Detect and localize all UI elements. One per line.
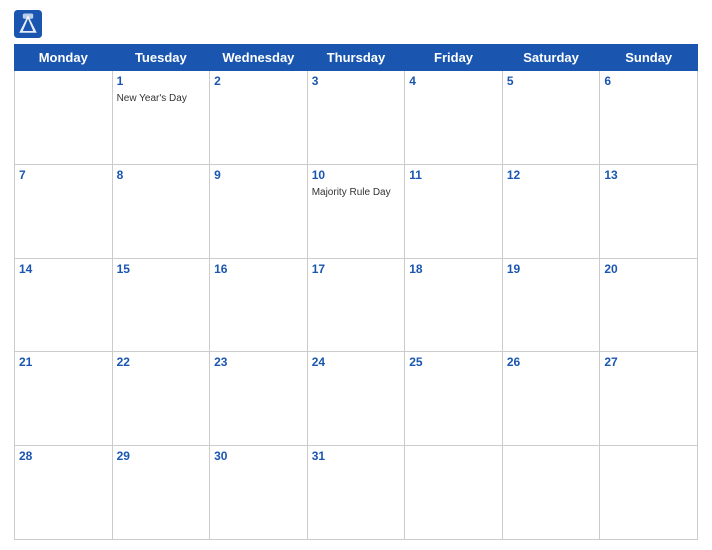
day-number: 8 <box>117 168 206 182</box>
calendar-cell: 10 Majority Rule Day <box>307 164 405 258</box>
calendar-cell: 9 <box>210 164 308 258</box>
calendar-cell: 24 <box>307 352 405 446</box>
day-number: 23 <box>214 355 303 369</box>
calendar-cell: 30 <box>210 446 308 540</box>
calendar-cell: 14 <box>15 258 113 352</box>
day-number: 2 <box>214 74 303 88</box>
calendar-cell: 4 <box>405 71 503 165</box>
calendar-cell: 18 <box>405 258 503 352</box>
day-number: 27 <box>604 355 693 369</box>
calendar-table: Monday Tuesday Wednesday Thursday Friday… <box>14 44 698 540</box>
header <box>14 10 698 38</box>
calendar-cell <box>405 446 503 540</box>
calendar-cell: 27 <box>600 352 698 446</box>
calendar-cell: 19 <box>502 258 600 352</box>
day-number: 3 <box>312 74 401 88</box>
calendar-cell: 2 <box>210 71 308 165</box>
day-number: 16 <box>214 262 303 276</box>
header-tuesday: Tuesday <box>112 45 210 71</box>
calendar-cell <box>600 446 698 540</box>
calendar-cell: 21 <box>15 352 113 446</box>
day-number: 22 <box>117 355 206 369</box>
day-number: 31 <box>312 449 401 463</box>
calendar-cell: 6 <box>600 71 698 165</box>
holiday-label: Majority Rule Day <box>312 187 391 198</box>
generalblue-logo-icon <box>14 10 42 38</box>
logo <box>14 10 46 38</box>
calendar-cell: 7 <box>15 164 113 258</box>
weekday-header-row: Monday Tuesday Wednesday Thursday Friday… <box>15 45 698 71</box>
calendar-cell: 15 <box>112 258 210 352</box>
day-number: 5 <box>507 74 596 88</box>
calendar-cell <box>15 71 113 165</box>
calendar-cell: 25 <box>405 352 503 446</box>
calendar-week-row: 28 29 30 31 <box>15 446 698 540</box>
day-number: 18 <box>409 262 498 276</box>
calendar-week-row: 789 10 Majority Rule Day 11 12 13 <box>15 164 698 258</box>
day-number: 12 <box>507 168 596 182</box>
day-number: 30 <box>214 449 303 463</box>
day-number: 26 <box>507 355 596 369</box>
calendar-cell: 29 <box>112 446 210 540</box>
calendar-cell: 17 <box>307 258 405 352</box>
day-number: 6 <box>604 74 693 88</box>
calendar-cell: 5 <box>502 71 600 165</box>
header-wednesday: Wednesday <box>210 45 308 71</box>
day-number: 25 <box>409 355 498 369</box>
day-number: 15 <box>117 262 206 276</box>
day-number: 24 <box>312 355 401 369</box>
header-monday: Monday <box>15 45 113 71</box>
holiday-label: New Year's Day <box>117 93 187 104</box>
calendar-cell: 23 <box>210 352 308 446</box>
calendar-cell: 22 <box>112 352 210 446</box>
calendar-cell: 3 <box>307 71 405 165</box>
header-friday: Friday <box>405 45 503 71</box>
day-number: 1 <box>117 74 206 88</box>
calendar-cell: 26 <box>502 352 600 446</box>
header-saturday: Saturday <box>502 45 600 71</box>
calendar-cell: 13 <box>600 164 698 258</box>
day-number: 21 <box>19 355 108 369</box>
calendar-cell: 20 <box>600 258 698 352</box>
calendar-cell: 16 <box>210 258 308 352</box>
day-number: 13 <box>604 168 693 182</box>
calendar-cell <box>502 446 600 540</box>
calendar-cell: 8 <box>112 164 210 258</box>
day-number: 10 <box>312 168 401 182</box>
day-number: 11 <box>409 168 498 182</box>
day-number: 29 <box>117 449 206 463</box>
calendar-cell: 31 <box>307 446 405 540</box>
day-number: 4 <box>409 74 498 88</box>
calendar-week-row: 1 New Year's Day 23456 <box>15 71 698 165</box>
header-sunday: Sunday <box>600 45 698 71</box>
calendar-page: Monday Tuesday Wednesday Thursday Friday… <box>0 0 712 550</box>
calendar-cell: 12 <box>502 164 600 258</box>
calendar-cell: 28 <box>15 446 113 540</box>
header-thursday: Thursday <box>307 45 405 71</box>
day-number: 9 <box>214 168 303 182</box>
day-number: 7 <box>19 168 108 182</box>
day-number: 19 <box>507 262 596 276</box>
day-number: 20 <box>604 262 693 276</box>
calendar-cell: 11 <box>405 164 503 258</box>
calendar-cell: 1 New Year's Day <box>112 71 210 165</box>
day-number: 14 <box>19 262 108 276</box>
calendar-week-row: 14 15 16 17 18 19 20 <box>15 258 698 352</box>
day-number: 17 <box>312 262 401 276</box>
day-number: 28 <box>19 449 108 463</box>
calendar-week-row: 21 22 23 24 25 26 27 <box>15 352 698 446</box>
